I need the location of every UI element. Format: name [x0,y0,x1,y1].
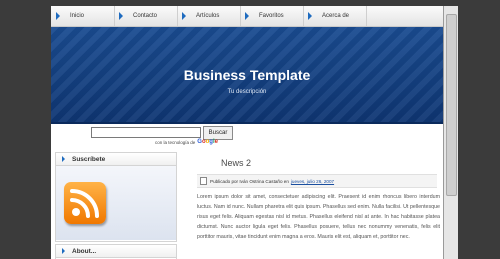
site-description: Tu descripción [227,89,267,95]
nav-item-contacto[interactable]: Contacto [114,6,178,26]
arrow-icon [62,156,65,162]
nav-item-label: Inicio [70,13,85,19]
scrollbar-thumb[interactable] [446,14,457,196]
nav-item-articulos[interactable]: Artículos [177,6,241,26]
arrow-icon [245,12,249,20]
nav-item-inicio[interactable]: Inicio [51,6,115,26]
post-author: Publicado por Iván Ostrina Castaño en [210,178,289,184]
google-logo: Google [197,139,218,145]
top-navigation: Inicio Contacto Artículos Favoritos Acer… [51,6,443,27]
about-title: About... [72,247,97,255]
header-banner: Business Template Tu descripción [51,27,443,124]
arrow-icon [308,12,312,20]
nav-item-label: Contacto [133,13,158,19]
subscribe-header: Suscríbete [56,153,176,166]
subscribe-title: Suscríbete [72,155,106,163]
powered-by-google: con la tecnología de Google [155,139,218,145]
nav-item-label: Artículos [196,13,220,19]
nav-item-label: Acerca de [322,13,350,19]
nav-item-acerca-de[interactable]: Acerca de [303,6,367,26]
post-meta: Publicado por Iván Ostrina Castaño en ju… [197,174,437,188]
post-body: Lorem ipsum dolor sit amet, consectetuer… [197,194,440,240]
site-title[interactable]: Business Template [51,67,443,83]
nav-item-label: Favoritos [259,13,284,19]
arrow-icon [119,12,123,20]
nav-item-favoritos[interactable]: Favoritos [240,6,304,26]
arrow-icon [56,12,60,20]
rss-feed-icon[interactable] [64,182,106,224]
arrow-icon [182,12,186,20]
vertical-scrollbar[interactable] [443,6,458,259]
powered-by-label: con la tecnología de [155,139,196,145]
search-button[interactable]: Buscar [203,126,233,140]
web-page: Inicio Contacto Artículos Favoritos Acer… [51,6,443,259]
document-icon [200,177,207,185]
post-title[interactable]: News 2 [221,158,251,168]
search-input[interactable] [91,127,201,138]
arrow-icon [62,248,65,254]
about-header: About... [56,245,176,258]
subscribe-box: Suscríbete [55,152,177,242]
about-box: About... [55,244,177,259]
post-date-link[interactable]: jueves, julio 26, 2007 [291,179,334,184]
rss-area [56,166,176,240]
